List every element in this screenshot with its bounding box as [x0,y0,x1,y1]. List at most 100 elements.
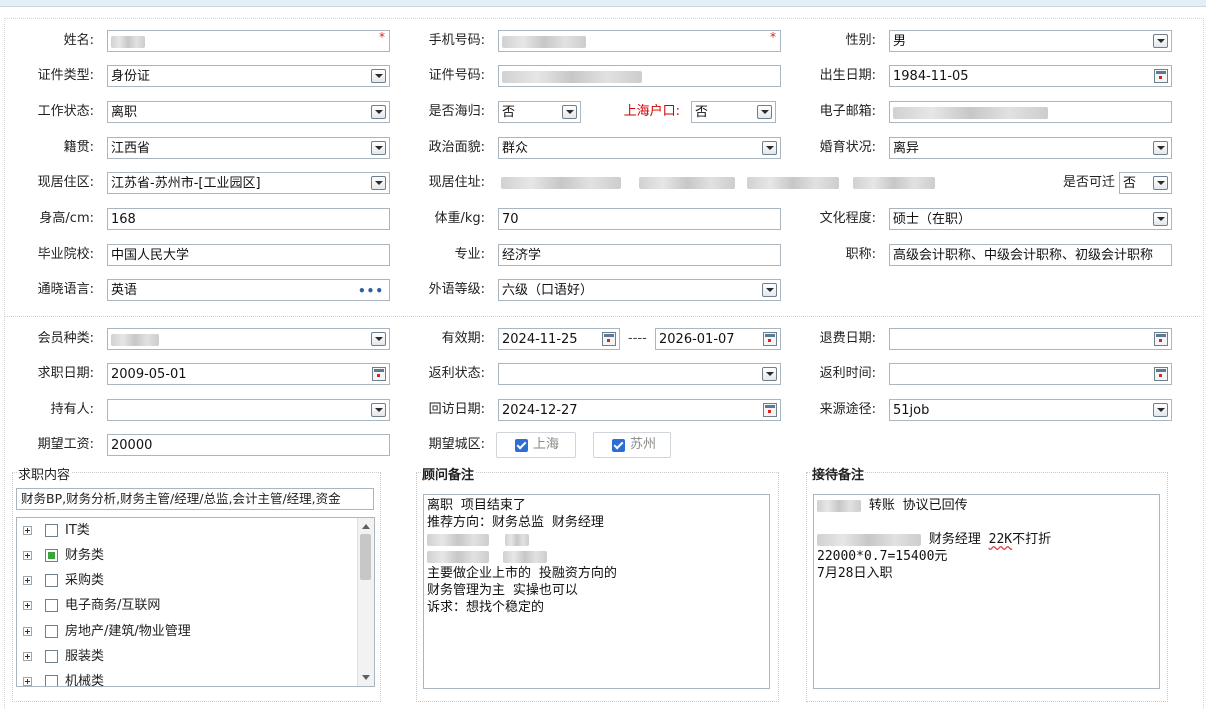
valid-to-field[interactable]: 2026-01-07 [655,328,781,350]
chevron-down-icon[interactable] [371,176,386,190]
refund-date-field[interactable] [889,328,1172,350]
note-line: 转账 协议已回传 [817,497,1156,514]
scroll-up-icon[interactable] [362,524,370,529]
checkbox[interactable] [45,625,58,638]
name-label: 姓名: [63,33,94,48]
weight-field[interactable]: 70 [498,208,781,230]
redacted-line [427,548,766,565]
rebate-select[interactable] [498,363,781,385]
scroll-thumb[interactable] [360,534,371,580]
refund-label: 退费日期: [819,331,876,346]
expand-icon[interactable] [23,576,32,585]
gender-select[interactable]: 男 [889,30,1172,52]
city-label: 期望城区: [428,437,485,452]
chevron-down-icon[interactable] [1153,403,1168,417]
vertical-scrollbar[interactable] [357,518,374,686]
expand-icon[interactable] [23,627,32,636]
checkbox[interactable] [45,599,58,612]
residence-select[interactable]: 江苏省-苏州市-[工业园区] [107,172,390,194]
expand-icon[interactable] [23,601,32,610]
source-select[interactable]: 51job [889,399,1172,421]
chevron-down-icon[interactable] [371,69,386,83]
redacted-value [427,550,489,563]
chevron-down-icon[interactable] [562,105,577,119]
chevron-down-icon[interactable] [762,367,777,381]
consultant-notes-textarea[interactable]: 离职 项目结束了 推荐方向：财务总监 财务经理 主要做企业上市的 投融资方向的 … [423,494,770,689]
major-field[interactable]: 经济学 [498,244,781,266]
checkbox[interactable] [45,524,58,537]
chevron-down-icon[interactable] [757,105,772,119]
school-field[interactable]: 中国人民大学 [107,244,390,266]
chevron-down-icon[interactable] [371,141,386,155]
jobdate-field[interactable]: 2009-05-01 [107,363,390,385]
revisit-date-field[interactable]: 2024-12-27 [498,399,781,421]
phone-label: 手机号码: [428,33,485,48]
title-field[interactable]: 高级会计职称、中级会计职称、初级会计职称 [889,244,1172,266]
edu-select[interactable]: 硕士（在职） [889,208,1172,230]
redacted-value [502,35,586,48]
lang-field[interactable]: 英语 ••• [107,279,390,301]
checkbox[interactable] [45,650,58,663]
city-checkbox-suzhou[interactable]: 苏州 [593,432,671,458]
political-select[interactable]: 群众 [498,137,781,159]
address-field[interactable] [498,172,1051,194]
chevron-down-icon[interactable] [1153,34,1168,48]
member-type-select[interactable] [107,328,390,350]
calendar-icon[interactable] [1154,367,1168,381]
name-field[interactable]: * [107,30,390,52]
calendar-icon[interactable] [372,367,386,381]
redacted-value [502,70,642,83]
expand-icon[interactable] [23,551,32,560]
relocate-select[interactable]: 否 [1119,172,1172,194]
calendar-icon[interactable] [763,332,777,346]
marital-select[interactable]: 离异 [889,137,1172,159]
checkbox-partial[interactable] [45,549,58,562]
phone-field[interactable]: * [498,30,781,52]
reception-notes-textarea[interactable]: 转账 协议已回传 财务经理 22K不打折 22000*0.7=15400元 7月… [813,494,1160,689]
holder-select[interactable] [107,399,390,421]
idtype-select[interactable]: 身份证 [107,65,390,87]
more-icon[interactable]: ••• [358,280,384,300]
redacted-value [639,176,736,189]
birth-label: 出生日期: [819,68,876,83]
chevron-down-icon[interactable] [371,105,386,119]
expand-icon[interactable] [23,652,32,661]
checkbox-checked-icon[interactable] [612,439,625,452]
email-field[interactable] [889,101,1172,123]
chevron-down-icon[interactable] [762,283,777,297]
chevron-down-icon[interactable] [762,141,777,155]
checkbox[interactable] [45,574,58,587]
calendar-icon[interactable] [602,332,616,346]
idno-field[interactable] [498,65,781,87]
section-divider [4,316,1202,317]
valid-from-field[interactable]: 2024-11-25 [498,328,620,350]
required-mark: * [770,30,776,44]
rebatetime-field[interactable] [889,363,1172,385]
returnee-select[interactable]: 否 [498,101,581,123]
birth-date-field[interactable]: 1984-11-05 [889,65,1172,87]
calendar-icon[interactable] [763,403,777,417]
expand-icon[interactable] [23,526,32,535]
calendar-icon[interactable] [1154,332,1168,346]
job-category-tree[interactable]: IT类 财务类 采购类 电子商务/互联网 房地产/建筑/物业管理 服装类 机械类 [16,517,375,687]
chevron-down-icon[interactable] [1153,176,1168,190]
political-label: 政治面貌: [428,140,485,155]
chevron-down-icon[interactable] [1153,212,1168,226]
checkbox[interactable] [45,675,58,686]
chevron-down-icon[interactable] [371,403,386,417]
foreign-select[interactable]: 六级（口语好） [498,279,781,301]
chevron-down-icon[interactable] [371,332,386,346]
shhukou-select[interactable]: 否 [691,101,776,123]
salary-field[interactable]: 20000 [107,434,390,456]
expand-icon[interactable] [23,677,32,686]
city-checkbox-shanghai[interactable]: 上海 [496,432,576,458]
job-content-summary[interactable]: 财务BP,财务分析,财务主管/经理/总监,会计主管/经理,资金 [16,488,374,510]
calendar-icon[interactable] [1154,69,1168,83]
weight-label: 体重/kg: [434,211,485,226]
height-field[interactable]: 168 [107,208,390,230]
checkbox-checked-icon[interactable] [515,439,528,452]
chevron-down-icon[interactable] [1153,141,1168,155]
scroll-down-icon[interactable] [362,675,370,680]
native-select[interactable]: 江西省 [107,137,390,159]
workstatus-select[interactable]: 离职 [107,101,390,123]
